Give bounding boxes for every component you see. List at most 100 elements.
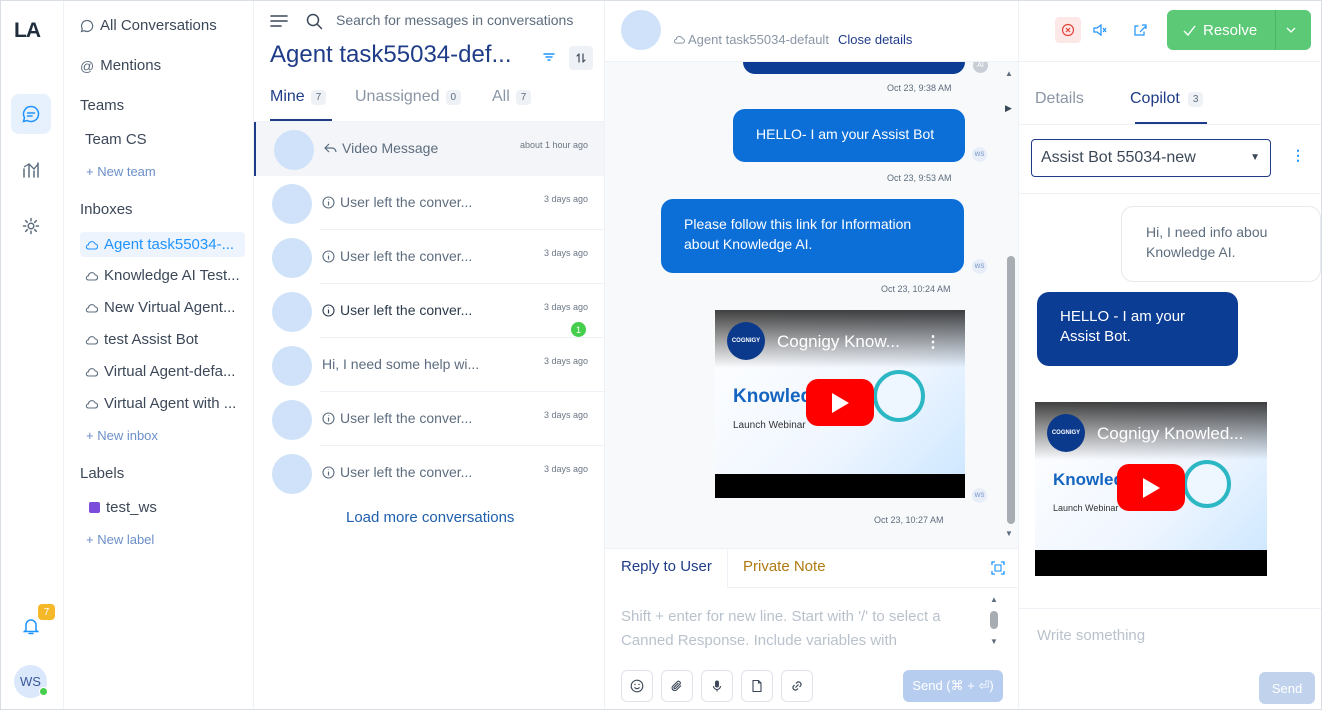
emoji-button[interactable]: [621, 670, 653, 702]
youtube-play-button[interactable]: [806, 379, 874, 426]
chart-icon: [21, 160, 41, 180]
message-time: about 1 hour ago: [519, 140, 588, 150]
copilot-input[interactable]: Write something: [1037, 627, 1145, 644]
contact-avatar: [272, 346, 312, 386]
tab-label: All: [492, 88, 510, 105]
video-subheadline: Launch Webinar: [733, 420, 806, 431]
message-time: Oct 23, 9:53 AM: [887, 173, 952, 183]
copilot-send-button[interactable]: Send: [1259, 672, 1315, 704]
sidebar-item-inbox[interactable]: New Virtual Agent...: [85, 299, 245, 316]
textarea-scroll-up[interactable]: ▲: [990, 595, 998, 604]
insert-link-button[interactable]: [781, 670, 813, 702]
tab-all[interactable]: All 7: [492, 88, 532, 106]
app-logo: LA: [14, 19, 41, 42]
more-options-icon[interactable]: ⋮: [1291, 147, 1305, 164]
inbox-label: Agent task55034-...: [104, 236, 235, 253]
plus-icon: +: [86, 428, 98, 443]
conversation-row[interactable]: Hi, I need some help wi... 3 days ago: [254, 338, 604, 392]
smiley-icon: [630, 679, 644, 693]
load-more-button[interactable]: Load more conversations: [346, 509, 514, 526]
scroll-down-arrow[interactable]: ▼: [1005, 529, 1013, 538]
sidebar-item-inbox[interactable]: Knowledge AI Test...: [85, 267, 245, 284]
attach-button[interactable]: [661, 670, 693, 702]
expand-panel-arrow-icon[interactable]: ▶: [1005, 103, 1012, 114]
conversation-list-panel: Search for messages in conversations Age…: [254, 1, 605, 709]
bell-icon: [21, 616, 41, 636]
message-time: Oct 23, 9:38 AM: [887, 83, 952, 93]
tab-label: Mine: [270, 88, 305, 105]
expand-editor-icon[interactable]: [991, 561, 1005, 575]
reply-textarea[interactable]: Shift + enter for new line. Start with '…: [621, 605, 989, 653]
tab-unassigned[interactable]: Unassigned 0: [355, 88, 462, 106]
tab-details[interactable]: Details: [1035, 90, 1084, 108]
video-embed[interactable]: COGNIGY Cognigy Know... ⋮ Knowled Launch…: [715, 310, 965, 498]
message-text: User left the conver...: [340, 302, 473, 318]
contact-avatar: [272, 238, 312, 278]
online-status-dot: [39, 687, 48, 696]
send-button[interactable]: Send (⌘ + ⏎): [903, 670, 1003, 702]
sort-button[interactable]: [569, 46, 593, 70]
cloud-icon: [85, 271, 98, 281]
canned-response-button[interactable]: [741, 670, 773, 702]
tab-copilot[interactable]: Copilot 3: [1130, 90, 1204, 108]
hamburger-menu-icon[interactable]: [270, 13, 288, 29]
sidebar-item-inbox[interactable]: Virtual Agent-defa...: [85, 363, 245, 380]
at-sign-icon: @: [80, 57, 95, 74]
tab-mine[interactable]: Mine 7: [270, 88, 327, 106]
sidebar-item-inbox[interactable]: Agent task55034-...: [80, 232, 245, 257]
sidebar-item-inbox[interactable]: Virtual Agent with ...: [85, 395, 245, 412]
tab-label: Unassigned: [355, 88, 440, 105]
magnifier-graphic: [873, 370, 925, 422]
sidebar-item-team[interactable]: Team CS: [85, 131, 147, 148]
conversation-row[interactable]: User left the conver... 3 days ago: [254, 392, 604, 446]
mentions-link[interactable]: @ Mentions: [80, 57, 161, 74]
textarea-scroll-thumb[interactable]: [990, 611, 998, 629]
voice-record-button[interactable]: [701, 670, 733, 702]
play-icon: [1141, 477, 1161, 499]
inboxes-heading: Inboxes: [80, 201, 133, 218]
plus-icon: +: [86, 164, 98, 179]
message-text: User left the conver...: [340, 464, 473, 480]
bot-select-value: Assist Bot 55034-new: [1041, 149, 1196, 166]
page-title: Agent task55034-def...: [270, 41, 512, 68]
message-list: AI Oct 23, 9:38 AM HELLO- I am your Assi…: [605, 62, 1018, 548]
conversation-row[interactable]: Video Message about 1 hour ago: [254, 122, 604, 176]
sidebar-item-label[interactable]: test_ws: [89, 499, 157, 516]
message-text: User left the conver...: [340, 194, 473, 210]
inbox-label: test Assist Bot: [104, 331, 199, 348]
textarea-scroll-down[interactable]: ▼: [990, 637, 998, 646]
ai-sender-badge: AI: [973, 62, 988, 73]
search-input[interactable]: Search for messages in conversations: [336, 12, 573, 28]
new-inbox-link[interactable]: + New inbox: [86, 428, 158, 443]
filter-icon[interactable]: [542, 51, 556, 63]
conversation-row[interactable]: User left the conver... 3 days ago: [254, 446, 604, 500]
conversations-nav-button[interactable]: [11, 94, 51, 134]
message-time: 3 days ago: [543, 464, 588, 474]
copilot-video-embed[interactable]: COGNIGY Cognigy Knowled... Knowled Launc…: [1035, 402, 1267, 576]
bot-select[interactable]: Assist Bot 55034-new ▼: [1031, 139, 1271, 177]
conversation-row[interactable]: User left the conver... 3 days ago 1: [254, 284, 604, 338]
copilot-user-message: Hi, I need info abou Knowledge AI.: [1121, 206, 1321, 282]
paperclip-icon: [670, 679, 684, 693]
scroll-up-arrow[interactable]: ▲: [1005, 69, 1013, 78]
conversation-row[interactable]: User left the conver... 3 days ago: [254, 230, 604, 284]
all-conversations-link[interactable]: All Conversations: [80, 17, 217, 34]
tab-reply-to-user[interactable]: Reply to User: [621, 558, 712, 575]
inbox-label: Knowledge AI Test...: [104, 267, 240, 284]
conversation-row[interactable]: User left the conver... 3 days ago: [254, 176, 604, 230]
message-bubble: Please follow this link for Information …: [661, 199, 964, 273]
settings-nav-button[interactable]: [11, 206, 51, 246]
reports-nav-button[interactable]: [11, 150, 51, 190]
contact-avatar: [272, 400, 312, 440]
new-label-link[interactable]: + New label: [86, 532, 154, 547]
message-preview: User left the conver...: [322, 248, 472, 264]
inbox-name: Agent task55034-default: [673, 32, 829, 47]
close-details-link[interactable]: Close details: [838, 32, 912, 47]
message-time: 3 days ago: [543, 410, 588, 420]
new-team-link[interactable]: + New team: [86, 164, 156, 179]
sidebar-item-inbox[interactable]: test Assist Bot: [85, 331, 245, 348]
kebab-menu-icon[interactable]: ⋮: [925, 332, 941, 352]
youtube-play-button[interactable]: [1117, 464, 1185, 511]
scrollbar-thumb[interactable]: [1007, 256, 1015, 524]
tab-private-note[interactable]: Private Note: [743, 558, 826, 575]
